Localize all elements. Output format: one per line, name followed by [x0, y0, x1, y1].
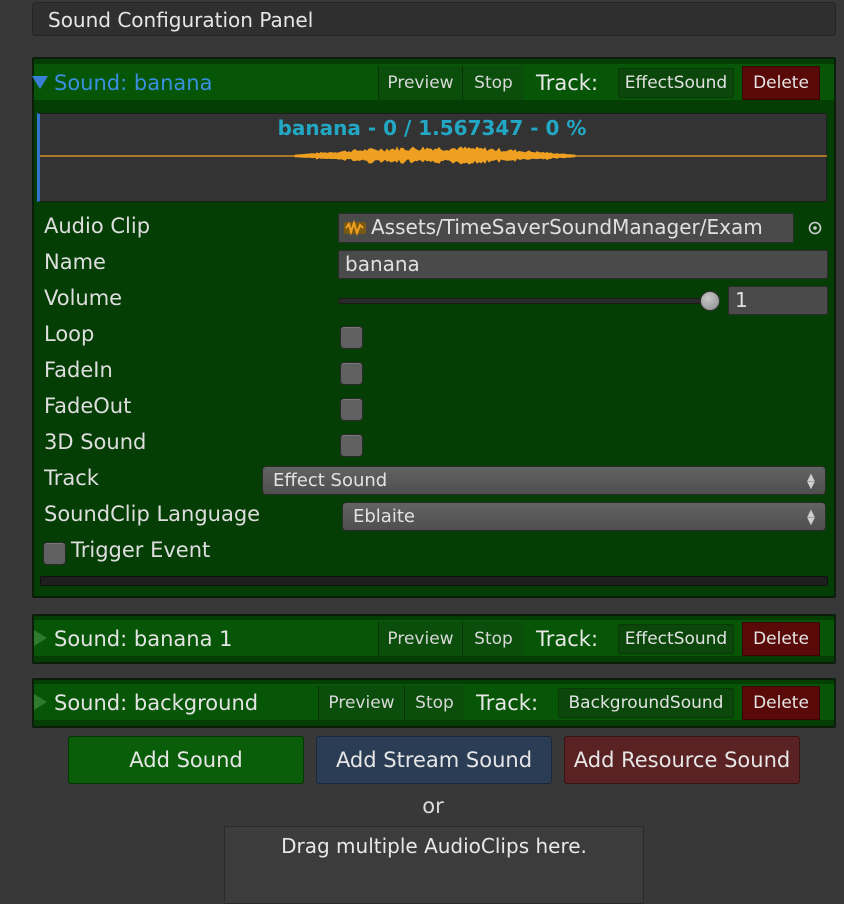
name-input[interactable]: banana — [338, 250, 828, 279]
preview-button[interactable]: Preview — [378, 66, 462, 100]
add-stream-sound-button[interactable]: Add Stream Sound — [316, 736, 552, 784]
or-separator: or — [422, 794, 444, 818]
fadeout-checkbox[interactable] — [340, 398, 363, 421]
sound3d-label: 3D Sound — [44, 430, 147, 454]
add-sound-button[interactable]: Add Sound — [68, 736, 304, 784]
dropdown-arrows-icon: ▲ ▼ — [807, 472, 815, 491]
sound-progress-bar — [40, 576, 828, 586]
audio-clip-field[interactable]: Assets/TimeSaverSoundManager/Exam — [338, 213, 794, 243]
sound-title[interactable]: Sound: background — [54, 686, 258, 720]
audio-clip-value: Assets/TimeSaverSoundManager/Exam — [371, 215, 763, 239]
audio-file-icon — [344, 219, 366, 237]
name-label: Name — [44, 250, 106, 274]
target-circle-icon[interactable] — [807, 220, 823, 236]
stop-button[interactable]: Stop — [404, 686, 464, 720]
delete-button[interactable]: Delete — [742, 66, 820, 100]
fadein-label: FadeIn — [44, 358, 113, 382]
waveform-signal — [294, 146, 576, 165]
fadeout-label: FadeOut — [44, 394, 132, 418]
track-field-label: Track — [44, 466, 99, 490]
language-label: SoundClip Language — [44, 502, 261, 526]
sound3d-checkbox[interactable] — [340, 434, 363, 457]
trigger-event-checkbox[interactable] — [43, 542, 66, 565]
delete-button[interactable]: Delete — [742, 686, 820, 720]
trigger-event-label: Trigger Event — [71, 538, 211, 562]
loop-checkbox[interactable] — [340, 326, 363, 349]
track-label: Track: — [476, 691, 539, 715]
fadein-checkbox[interactable] — [340, 362, 363, 385]
volume-label: Volume — [44, 286, 123, 310]
loop-label: Loop — [44, 322, 95, 346]
stop-button[interactable]: Stop — [462, 66, 524, 100]
sound-title[interactable]: Sound: banana — [54, 66, 212, 100]
track-value-tag: EffectSound — [618, 624, 734, 654]
track-dropdown[interactable]: Effect Sound — [262, 466, 826, 495]
add-resource-sound-button[interactable]: Add Resource Sound — [564, 736, 800, 784]
track-label: Track: — [536, 627, 599, 651]
volume-slider-thumb[interactable] — [700, 291, 720, 311]
volume-slider-track[interactable] — [338, 298, 714, 304]
preview-button[interactable]: Preview — [318, 686, 404, 720]
stop-button[interactable]: Stop — [462, 622, 524, 656]
volume-input[interactable]: 1 — [728, 286, 828, 315]
sound-title[interactable]: Sound: banana 1 — [54, 622, 232, 656]
triangle-down-icon[interactable] — [32, 76, 48, 89]
language-dropdown[interactable]: Eblaite — [342, 502, 826, 531]
panel-title: Sound Configuration Panel — [48, 8, 314, 32]
track-value-tag: EffectSound — [618, 68, 734, 98]
track-value-tag: BackgroundSound — [558, 688, 734, 718]
waveform-label: banana - 0 / 1.567347 - 0 % — [277, 116, 587, 140]
triangle-right-icon[interactable] — [34, 630, 47, 646]
audio-clip-label: Audio Clip — [44, 214, 151, 238]
drop-zone-text: Drag multiple AudioClips here. — [281, 834, 587, 858]
track-label: Track: — [536, 71, 599, 95]
dropdown-arrows-icon: ▲ ▼ — [807, 508, 815, 527]
track-dropdown-value: Effect Sound — [273, 470, 388, 491]
preview-button[interactable]: Preview — [378, 622, 462, 656]
delete-button[interactable]: Delete — [742, 622, 820, 656]
triangle-right-icon[interactable] — [34, 694, 47, 710]
language-dropdown-value: Eblaite — [353, 506, 415, 527]
